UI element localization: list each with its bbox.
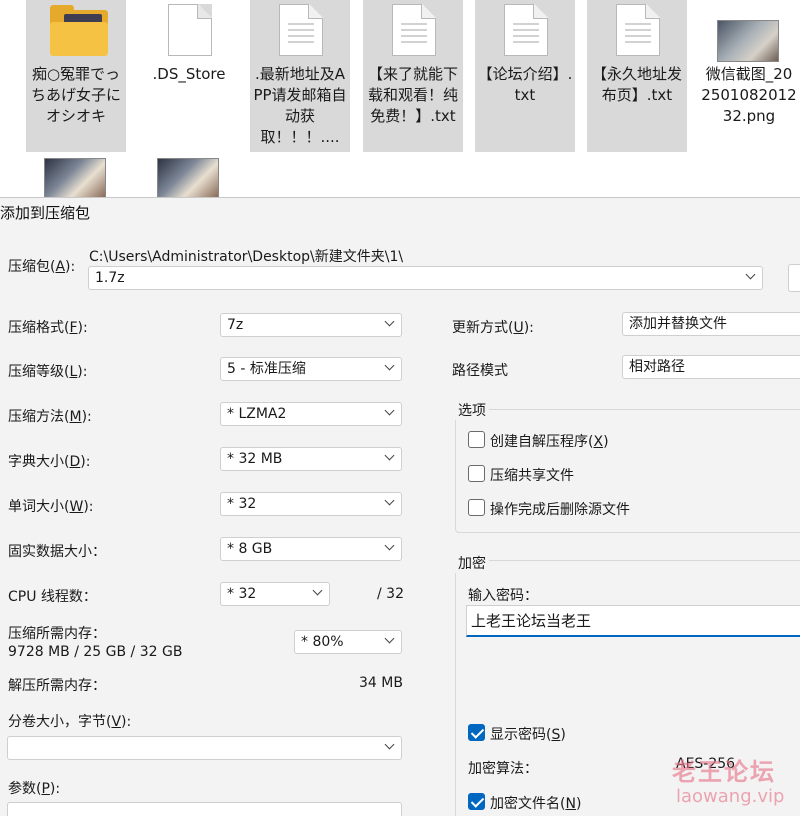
image-thumbnail <box>717 0 779 62</box>
params-input[interactable] <box>7 802 402 816</box>
text-file-icon <box>274 4 328 58</box>
mem-percent-value: * 80% <box>301 634 344 650</box>
path-mode-label: 路径模式 <box>452 363 508 379</box>
folder-item[interactable]: 痴○冤罪でっちあげ女子にオシオキ <box>26 0 126 152</box>
dict-select[interactable]: * 32 MB <box>220 447 402 471</box>
level-label: 压缩等级(L): <box>8 364 88 380</box>
shared-files-label: 压缩共享文件 <box>490 468 574 484</box>
archive-label: 压缩包(A): <box>8 259 76 275</box>
params-label: 参数(P): <box>8 781 61 797</box>
file-item[interactable]: 【论坛介绍】.txt <box>475 0 575 152</box>
dict-value: * 32 MB <box>227 451 283 467</box>
format-value: 7z <box>227 317 244 333</box>
file-name: 【来了就能下载和观看！纯免费！】.txt <box>367 65 458 125</box>
volume-combo[interactable] <box>7 736 402 760</box>
file-item[interactable]: .最新地址及APP请发邮箱自动获取！！！.... <box>250 0 350 152</box>
file-item[interactable]: 【来了就能下载和观看！纯免费！】.txt <box>363 0 463 152</box>
level-value: 5 - 标准压缩 <box>227 361 306 377</box>
show-password-checkbox[interactable] <box>468 724 485 741</box>
threads-value: * 32 <box>227 586 257 602</box>
path-mode-select[interactable]: 相对路径 <box>622 355 800 379</box>
file-name: 痴○冤罪でっちあげ女子にオシオキ <box>30 65 121 125</box>
browse-button[interactable] <box>788 264 800 292</box>
password-label: 输入密码： <box>468 588 538 604</box>
chevron-down-icon <box>384 540 395 551</box>
folder-icon <box>50 4 108 58</box>
update-select[interactable]: 添加并替换文件 <box>622 312 800 336</box>
volume-label: 分卷大小，字节(V): <box>8 714 132 730</box>
text-file-icon <box>611 4 665 58</box>
show-password-label: 显示密码(S) <box>490 727 566 743</box>
mem-decompress-label: 解压所需内存： <box>8 678 106 694</box>
watermark-url: laowang.vip <box>676 786 785 807</box>
text-file-icon <box>499 4 553 58</box>
chevron-down-icon <box>384 633 395 644</box>
update-label: 更新方式(U): <box>452 320 534 336</box>
file-name: .DS_Store <box>152 65 226 83</box>
chevron-down-icon <box>384 739 395 750</box>
chevron-down-icon <box>745 269 756 280</box>
algorithm-label: 加密算法： <box>468 761 538 777</box>
chevron-down-icon <box>384 495 395 506</box>
solid-label: 固实数据大小： <box>8 544 106 560</box>
encrypt-names-checkbox[interactable] <box>468 793 485 810</box>
image-thumbnail[interactable] <box>44 158 106 198</box>
file-name: 微信截图_20250108201232.png <box>701 65 797 125</box>
format-select[interactable]: 7z <box>220 313 402 337</box>
image-thumbnail[interactable] <box>157 158 219 198</box>
mem-compress-label: 压缩所需内存： <box>8 626 106 642</box>
method-select[interactable]: * LZMA2 <box>220 402 402 426</box>
sfx-label: 创建自解压程序(X) <box>490 434 609 450</box>
dict-label: 字典大小(D): <box>8 454 91 470</box>
text-file-icon <box>387 4 441 58</box>
file-item[interactable]: 微信截图_20250108201232.png <box>699 0 799 152</box>
encryption-title: 加密 <box>455 553 489 573</box>
file-name: 【论坛介绍】.txt <box>477 65 573 104</box>
desktop-file-area: 痴○冤罪でっちあげ女子にオシオキ .DS_Store .最新地址及APP请发邮箱… <box>0 0 800 200</box>
chevron-down-icon <box>384 450 395 461</box>
dialog-title: 添加到压缩包 <box>0 204 91 222</box>
word-label: 单词大小(W): <box>8 499 94 515</box>
file-item[interactable]: 【永久地址发布页】.txt <box>587 0 687 152</box>
file-icon <box>163 4 217 58</box>
mem-compress-value: 9728 MB / 25 GB / 32 GB <box>8 644 183 660</box>
threads-select[interactable]: * 32 <box>220 582 330 606</box>
chevron-down-icon <box>384 405 395 416</box>
level-select[interactable]: 5 - 标准压缩 <box>220 357 402 381</box>
file-item[interactable]: .DS_Store <box>139 0 239 152</box>
delete-source-checkbox[interactable] <box>468 499 485 516</box>
threads-label: CPU 线程数： <box>8 589 97 605</box>
encrypt-names-label: 加密文件名(N) <box>490 796 582 812</box>
mem-decompress-value: 34 MB <box>359 675 403 691</box>
method-value: * LZMA2 <box>227 406 287 422</box>
word-select[interactable]: * 32 <box>220 492 402 516</box>
path-mode-value: 相对路径 <box>629 359 685 375</box>
solid-select[interactable]: * 8 GB <box>220 537 402 561</box>
archive-name-value: 1.7z <box>95 270 125 286</box>
format-label: 压缩格式(F): <box>8 320 88 336</box>
archive-path: C:\Users\Administrator\Desktop\新建文件夹\1\ <box>89 249 404 265</box>
delete-source-label: 操作完成后删除源文件 <box>490 502 630 518</box>
add-to-archive-dialog: 添加到压缩包 压缩包(A): C:\Users\Administrator\De… <box>0 197 800 816</box>
file-name: 【永久地址发布页】.txt <box>591 65 682 104</box>
shared-files-checkbox[interactable] <box>468 465 485 482</box>
solid-value: * 8 GB <box>227 541 273 557</box>
password-input[interactable]: 上老王论坛当老王 <box>466 605 800 637</box>
method-label: 压缩方法(M): <box>8 409 92 425</box>
update-value: 添加并替换文件 <box>629 316 727 332</box>
options-title: 选项 <box>455 400 489 420</box>
threads-max: / 32 <box>377 586 404 602</box>
chevron-down-icon <box>312 585 323 596</box>
mem-percent-select[interactable]: * 80% <box>294 630 402 654</box>
chevron-down-icon <box>384 316 395 327</box>
archive-name-combo[interactable]: 1.7z <box>88 266 763 290</box>
watermark-text: 老王论坛 <box>672 758 776 786</box>
sfx-checkbox[interactable] <box>468 431 485 448</box>
chevron-down-icon <box>384 360 395 371</box>
word-value: * 32 <box>227 496 257 512</box>
file-name: .最新地址及APP请发邮箱自动获取！！！.... <box>253 65 347 146</box>
